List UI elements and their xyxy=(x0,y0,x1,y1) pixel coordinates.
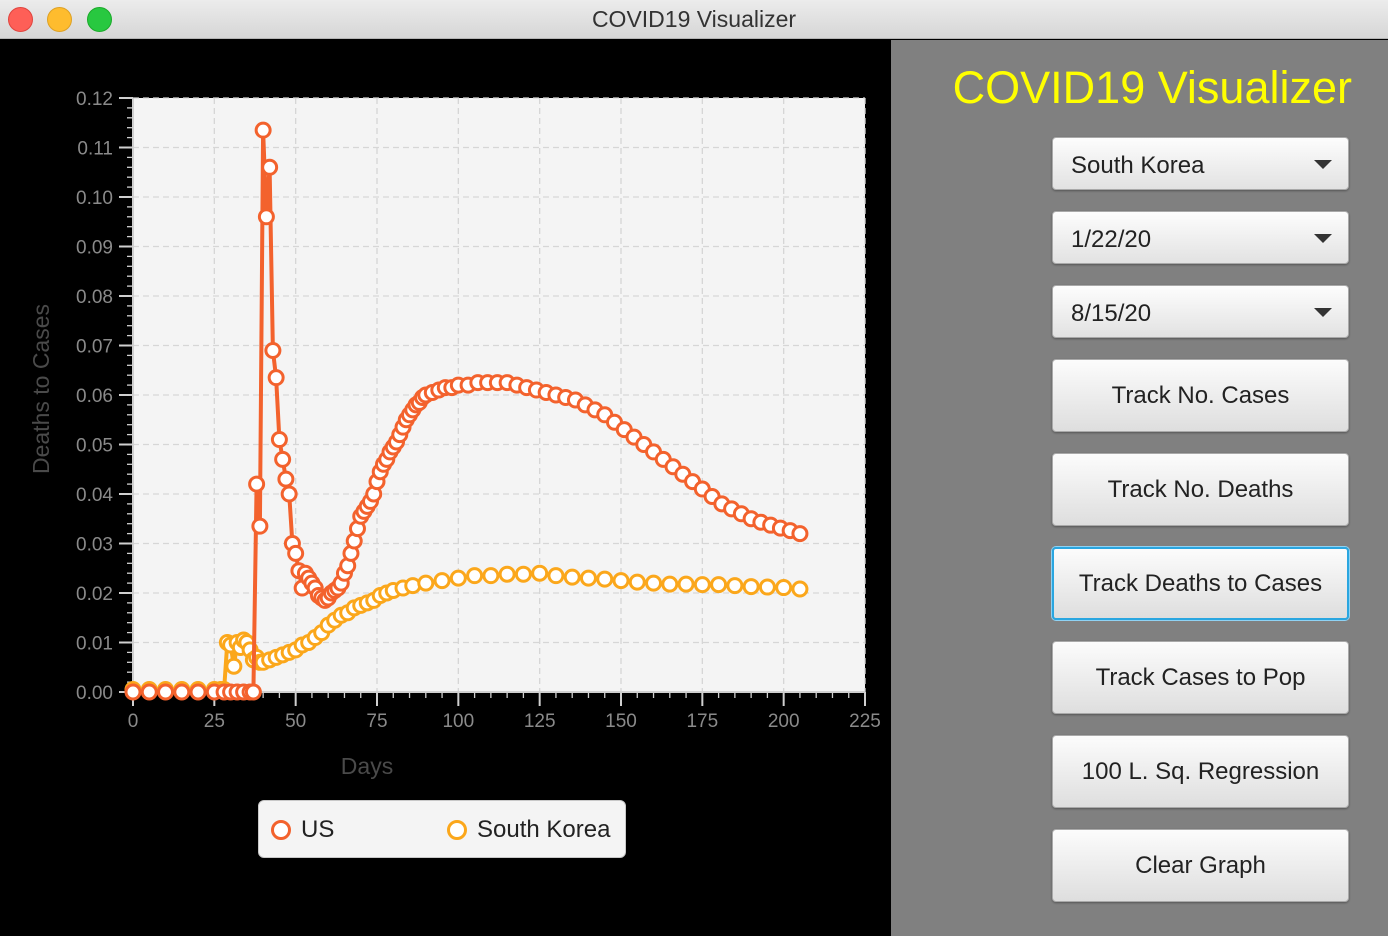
data-point-south-korea xyxy=(758,578,776,596)
y-tick-label: 0.05 xyxy=(76,436,113,457)
x-axis-title: Days xyxy=(341,753,393,779)
data-point-us xyxy=(157,683,175,701)
data-point-south-korea xyxy=(225,657,243,675)
y-tick-label: 0.11 xyxy=(77,139,113,160)
x-tick-label: 0 xyxy=(128,711,139,732)
country-select[interactable]: South Korea xyxy=(1052,137,1349,190)
data-point-south-korea xyxy=(710,576,728,594)
data-point-us xyxy=(257,208,275,226)
data-point-us xyxy=(251,517,269,535)
legend-label-us: US xyxy=(301,816,335,843)
data-point-us xyxy=(274,450,292,468)
data-point-us xyxy=(267,369,285,387)
legend-item-south-korea: South Korea xyxy=(447,816,610,844)
end-date-select-value: 8/15/20 xyxy=(1071,300,1152,327)
data-point-south-korea xyxy=(661,575,679,593)
x-tick-label: 75 xyxy=(366,711,387,732)
data-point-south-korea xyxy=(514,565,532,583)
data-point-us xyxy=(280,485,298,503)
track-cases-button[interactable]: Track No. Cases xyxy=(1052,359,1349,432)
data-point-us xyxy=(264,341,282,359)
title-bar: COVID19 Visualizer xyxy=(0,0,1388,39)
x-tick-label: 225 xyxy=(849,711,881,732)
y-tick-label: 0.04 xyxy=(76,485,113,506)
data-point-us xyxy=(254,121,272,139)
data-point-us xyxy=(261,158,279,176)
data-point-us xyxy=(140,683,158,701)
chevron-down-icon xyxy=(1314,308,1332,317)
y-tick-label: 0.00 xyxy=(76,683,113,704)
chart-legend: US South Korea xyxy=(258,800,626,858)
track-cases-to-pop-button[interactable]: Track Cases to Pop xyxy=(1052,641,1349,714)
chevron-down-icon xyxy=(1314,160,1332,169)
regression-button[interactable]: 100 L. Sq. Regression xyxy=(1052,735,1349,808)
clear-graph-button[interactable]: Clear Graph xyxy=(1052,829,1349,902)
y-tick-label: 0.08 xyxy=(76,287,113,308)
data-point-south-korea xyxy=(677,575,695,593)
x-tick-label: 100 xyxy=(442,711,474,732)
data-point-us xyxy=(248,475,266,493)
y-tick-label: 0.02 xyxy=(76,584,113,605)
data-point-south-korea xyxy=(563,568,581,586)
data-point-south-korea xyxy=(726,577,744,595)
data-point-us xyxy=(189,683,207,701)
legend-marker-south-korea xyxy=(447,820,467,840)
data-point-us xyxy=(270,431,288,449)
x-tick-label: 125 xyxy=(524,711,556,732)
data-point-south-korea xyxy=(498,565,516,583)
data-point-south-korea xyxy=(693,576,711,594)
data-point-south-korea xyxy=(531,564,549,582)
x-tick-label: 200 xyxy=(768,711,800,732)
y-tick-label: 0.12 xyxy=(76,89,113,110)
end-date-select[interactable]: 8/15/20 xyxy=(1052,285,1349,338)
data-point-south-korea xyxy=(791,580,809,598)
data-point-south-korea xyxy=(612,572,630,590)
y-tick-label: 0.10 xyxy=(76,188,113,209)
data-point-south-korea xyxy=(466,567,484,585)
data-point-us xyxy=(287,544,305,562)
data-point-us xyxy=(277,470,295,488)
x-tick-label: 175 xyxy=(686,711,718,732)
data-point-south-korea xyxy=(645,574,663,592)
country-select-value: South Korea xyxy=(1071,152,1205,179)
start-date-select[interactable]: 1/22/20 xyxy=(1052,211,1349,264)
data-point-south-korea xyxy=(547,567,565,585)
x-tick-label: 25 xyxy=(204,711,225,732)
y-tick-label: 0.09 xyxy=(76,238,113,259)
x-tick-label: 50 xyxy=(285,711,306,732)
data-point-south-korea xyxy=(482,567,500,585)
track-deaths-to-cases-button[interactable]: Track Deaths to Cases xyxy=(1052,547,1349,620)
data-point-us xyxy=(244,683,262,701)
y-tick-label: 0.03 xyxy=(76,535,113,556)
track-deaths-button[interactable]: Track No. Deaths xyxy=(1052,453,1349,526)
x-tick-label: 150 xyxy=(605,711,637,732)
data-point-south-korea xyxy=(596,570,614,588)
data-point-south-korea xyxy=(775,579,793,597)
y-tick-label: 0.01 xyxy=(76,634,113,655)
y-tick-label: 0.07 xyxy=(76,337,113,358)
start-date-select-value: 1/22/20 xyxy=(1071,226,1152,253)
data-point-us xyxy=(124,683,142,701)
legend-marker-us xyxy=(271,820,291,840)
data-point-south-korea xyxy=(433,572,451,590)
y-tick-label: 0.06 xyxy=(76,386,113,407)
legend-item-us: US xyxy=(271,816,334,844)
legend-label-south-korea: South Korea xyxy=(477,816,611,843)
y-axis-title: Deaths to Cases xyxy=(28,304,54,474)
app-title: COVID19 Visualizer xyxy=(952,62,1352,113)
window-title: COVID19 Visualizer xyxy=(591,6,797,32)
control-panel: COVID19 Visualizer South Korea 1/22/20 8… xyxy=(891,40,1388,936)
data-point-south-korea xyxy=(449,569,467,587)
data-point-south-korea xyxy=(417,574,435,592)
chart-pane: 0 25 50 75 100 125 150 175 200 225 0.00 0.01 0.02 0.0… xyxy=(0,40,891,936)
data-point-south-korea xyxy=(628,573,646,591)
data-point-us xyxy=(791,525,809,543)
app-window: COVID19 Visualizer 0 25 50 75 100 125 150 175 20… xyxy=(0,0,1388,936)
data-point-us xyxy=(173,683,191,701)
chevron-down-icon xyxy=(1314,234,1332,243)
data-point-south-korea xyxy=(742,578,760,596)
data-point-south-korea xyxy=(579,569,597,587)
